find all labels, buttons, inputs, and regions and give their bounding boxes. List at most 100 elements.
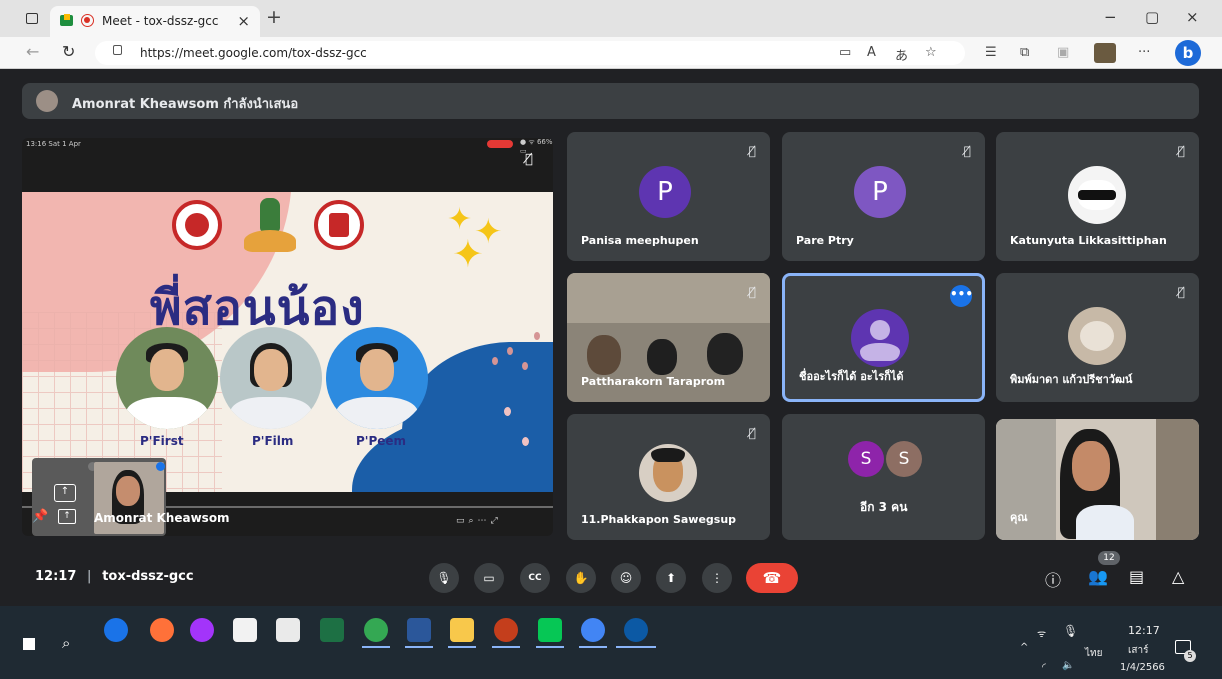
chrome-profile-icon[interactable] xyxy=(581,618,605,642)
store-icon[interactable] xyxy=(233,618,257,642)
file-explorer-icon[interactable] xyxy=(450,618,474,642)
network-icon[interactable]: ᯤ xyxy=(1037,626,1046,640)
wifi-icon[interactable]: ◜ xyxy=(1042,662,1046,673)
url-text[interactable]: https://meet.google.com/tox-dssz-gcc xyxy=(140,46,367,60)
language-indicator[interactable]: ไทย xyxy=(1085,646,1102,661)
clock-day[interactable]: เสาร์ xyxy=(1128,643,1149,658)
translate-icon[interactable]: あ xyxy=(895,45,908,64)
avatar: S xyxy=(886,441,922,477)
decor-petal xyxy=(522,437,529,446)
present-icon[interactable]: ↑ xyxy=(54,484,76,502)
meeting-details-icon[interactable]: ⓘ xyxy=(1045,567,1061,591)
excel-icon[interactable] xyxy=(320,618,344,642)
pin-icon[interactable]: 📌 xyxy=(32,509,48,524)
powerpoint-icon[interactable] xyxy=(494,618,518,642)
new-tab-button[interactable]: + xyxy=(266,6,282,28)
participant-tile[interactable]: 🎙̸ P Pare Ptry xyxy=(782,132,985,261)
favorites-bar-icon[interactable]: ☰ xyxy=(985,45,997,60)
person-name: P'Film xyxy=(252,434,294,448)
participant-tile[interactable]: 🎙̸ Pattharakorn Taraprom xyxy=(567,273,770,402)
raise-hand-button[interactable]: ✋ xyxy=(566,563,596,593)
taskbar-active-line xyxy=(579,646,607,648)
messenger-icon[interactable] xyxy=(190,618,214,642)
others-tile[interactable]: S S อีก 3 คน xyxy=(782,414,985,540)
profile-avatar[interactable] xyxy=(1094,43,1116,63)
word-icon[interactable] xyxy=(407,618,431,642)
taskbar-active-line xyxy=(536,646,564,648)
volume-icon[interactable]: 🔈 xyxy=(1062,660,1074,671)
read-aloud-icon[interactable]: A xyxy=(867,45,876,60)
mail-icon[interactable] xyxy=(276,618,300,642)
people-icon[interactable]: 👥 xyxy=(1088,567,1108,586)
avatar: S xyxy=(848,441,884,477)
device-status-time: 13:16 Sat 1 Apr xyxy=(26,140,81,148)
settings-more-icon[interactable]: ··· xyxy=(1138,45,1150,60)
others-count: อีก 3 คน xyxy=(860,500,908,514)
notification-count: 5 xyxy=(1184,650,1196,662)
line-icon[interactable] xyxy=(538,618,562,642)
collections-icon[interactable]: ⧉ xyxy=(1020,45,1029,60)
chevron-up-icon[interactable]: ^ xyxy=(1020,642,1028,653)
extension-icon[interactable]: ▣ xyxy=(1057,45,1069,60)
participant-tile[interactable]: 🎙̸ P Panisa meephupen xyxy=(567,132,770,261)
presentation-tile[interactable]: 13:16 Sat 1 Apr ● ᯤ 66% ▭ 🎙̸ ✦ ✦ ✦ พี่สอ… xyxy=(22,138,553,536)
back-arrow-icon[interactable]: ← xyxy=(26,42,39,61)
reactions-button[interactable]: ☺ xyxy=(611,563,641,593)
meet-favicon-icon xyxy=(60,14,73,26)
participant-tile[interactable]: 🎙̸ พิมพ์มาดา แก้วปรีชาวัฒน์ xyxy=(996,273,1199,402)
activities-icon[interactable]: △ xyxy=(1172,567,1184,586)
camera-button[interactable]: ▭ xyxy=(474,563,504,593)
end-call-button[interactable]: ☎ xyxy=(746,563,798,593)
participant-tile[interactable]: 🎙̸ 11.Phakkapon Sawegsup xyxy=(567,414,770,540)
tab-actions-icon[interactable] xyxy=(26,13,38,24)
edge-icon[interactable] xyxy=(624,618,648,642)
clock-date[interactable]: 1/4/2566 xyxy=(1120,662,1165,673)
presentation-tools[interactable]: ▭⌕⋯⤢ xyxy=(456,516,502,526)
presenting-banner: Amonrat Kheawsom กำลังนำเสนอ xyxy=(22,83,1199,119)
participant-tile-active[interactable]: ••• ชื่ออะไรก็ได้ อะไรก็ได้ xyxy=(782,273,985,402)
taskbar-active-line xyxy=(492,646,520,648)
participant-name: คุณ xyxy=(1010,511,1028,524)
restore-button[interactable]: ▢ xyxy=(1145,8,1159,26)
participant-name: ชื่ออะไรก็ได้ อะไรก็ได้ xyxy=(799,370,904,383)
address-bar[interactable]: https://meet.google.com/tox-dssz-gcc ▭ A… xyxy=(95,41,965,65)
edge-legacy-icon[interactable] xyxy=(104,618,128,642)
tab-close-icon[interactable]: × xyxy=(237,12,250,30)
present-button[interactable]: ⬆ xyxy=(656,563,686,593)
taskbar-active-line xyxy=(362,646,390,648)
clock-time[interactable]: 12:17 xyxy=(1128,624,1160,637)
chrome-icon[interactable] xyxy=(364,618,388,642)
lock-icon[interactable] xyxy=(113,45,122,55)
more-options-button[interactable]: ⋮ xyxy=(702,563,732,593)
more-options-icon[interactable]: ••• xyxy=(950,285,973,307)
favorite-icon[interactable]: ☆ xyxy=(925,45,937,60)
avatar xyxy=(639,444,697,502)
tab-meet[interactable]: Meet - tox-dssz-gcc × xyxy=(50,6,260,37)
person-photo xyxy=(326,327,428,429)
mic-tray-icon[interactable]: 🎙 xyxy=(1063,624,1078,638)
mic-off-icon: 🎙̸ xyxy=(748,144,756,158)
meeting-info: 12:17 | tox-dssz-gcc xyxy=(35,569,194,584)
mic-button[interactable]: 🎙 xyxy=(429,563,459,593)
share-screen-icon[interactable]: ↑ xyxy=(58,509,76,524)
taskbar-active-line xyxy=(448,646,476,648)
chat-icon[interactable]: ▤ xyxy=(1129,567,1144,586)
firefox-icon[interactable] xyxy=(150,618,174,642)
decor-petal xyxy=(534,332,540,340)
deity-logo xyxy=(240,194,300,256)
search-icon[interactable]: ⌕ xyxy=(62,634,70,652)
person-photo xyxy=(220,327,322,429)
meeting-control-bar: 12:17 | tox-dssz-gcc 🎙 ▭ CC ✋ ☺ ⬆ ⋮ ☎ ⓘ … xyxy=(0,551,1222,606)
bing-icon[interactable]: b xyxy=(1175,40,1201,66)
mic-off-icon: 🎙̸ xyxy=(748,285,756,299)
camera-icon[interactable]: ▭ xyxy=(839,45,851,60)
participant-tile[interactable]: 🎙̸ Katunyuta Likkasittiphan xyxy=(996,132,1199,261)
self-tile[interactable]: คุณ xyxy=(996,419,1199,540)
captions-button[interactable]: CC xyxy=(520,563,550,593)
decor-petal xyxy=(492,357,498,365)
minimize-button[interactable]: − xyxy=(1104,8,1117,26)
refresh-icon[interactable]: ↻ xyxy=(62,42,75,61)
presenter-name: Amonrat Kheawsom xyxy=(94,511,230,525)
close-window-button[interactable]: × xyxy=(1186,8,1199,26)
windows-start-icon[interactable] xyxy=(23,638,35,650)
